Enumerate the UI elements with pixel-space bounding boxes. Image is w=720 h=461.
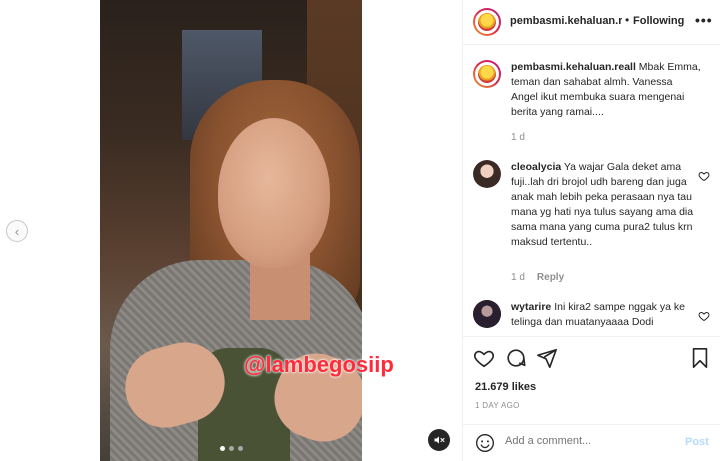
post-date[interactable]: 1 DAY AGO	[475, 401, 520, 410]
author-username[interactable]: pembasmi.kehaluan.re	[510, 15, 622, 27]
video-player[interactable]	[100, 0, 362, 461]
commenter-photo	[473, 300, 501, 328]
share-icon[interactable]	[536, 347, 558, 369]
caption: pembasmi.kehaluan.reall Mbak Emma, teman…	[473, 60, 718, 150]
bookmark-icon[interactable]	[689, 347, 711, 369]
post-comment-button[interactable]: Post	[685, 436, 709, 448]
video-person-face	[218, 118, 330, 268]
add-comment-bar: Post	[463, 424, 720, 461]
comment-meta: 1 d Reply	[511, 272, 564, 283]
comment-body: cleoalycia Ya wajar Gala deket ama fuji.…	[511, 160, 701, 250]
comments-list[interactable]: pembasmi.kehaluan.reall Mbak Emma, teman…	[463, 46, 720, 336]
emoji-icon[interactable]	[475, 433, 495, 453]
header-separator: •	[625, 13, 630, 27]
comment-body: wytarire Ini kira2 sampe nggak ya ke tel…	[511, 300, 701, 330]
comment-item: wytarire Ini kira2 sampe nggak ya ke tel…	[473, 300, 718, 336]
comment-username[interactable]: cleoalycia	[511, 161, 561, 173]
author-avatar[interactable]	[473, 8, 501, 36]
post-side-panel: pembasmi.kehaluan.re • Following ••• pem…	[462, 0, 720, 461]
following-button[interactable]: Following	[633, 15, 684, 27]
brand-logo-icon	[478, 65, 496, 83]
caption-body: pembasmi.kehaluan.reall Mbak Emma, teman…	[511, 60, 701, 120]
like-comment-heart-icon[interactable]	[698, 170, 710, 182]
commenter-avatar[interactable]	[473, 160, 501, 188]
post-header: pembasmi.kehaluan.re • Following •••	[463, 0, 720, 45]
comment-icon[interactable]	[505, 347, 527, 369]
add-comment-input[interactable]	[505, 435, 675, 447]
like-comment-heart-icon[interactable]	[698, 310, 710, 322]
more-options-icon[interactable]: •••	[695, 12, 713, 28]
likes-count[interactable]: 21.679 likes	[475, 381, 536, 393]
commenter-avatar[interactable]	[473, 300, 501, 328]
mute-button[interactable]	[428, 429, 450, 451]
comment-item: cleoalycia Ya wajar Gala deket ama fuji.…	[473, 160, 718, 290]
carousel-indicator	[220, 446, 243, 451]
comment-time[interactable]: 1 d	[511, 272, 525, 283]
post-actions: 21.679 likes 1 DAY AGO	[463, 336, 720, 426]
heart-icon[interactable]	[473, 347, 495, 369]
caption-time[interactable]: 1 d	[511, 132, 525, 143]
video-watermark: @lambegosiip	[244, 352, 394, 377]
caption-username[interactable]: pembasmi.kehaluan.reall	[511, 61, 636, 73]
chevron-left-icon: ‹	[14, 223, 20, 239]
carousel-dot	[220, 446, 225, 451]
caption-meta: 1 d	[511, 132, 525, 143]
comment-text: Ya wajar Gala deket ama fuji..lah dri br…	[511, 161, 694, 248]
reply-button[interactable]: Reply	[537, 272, 564, 283]
comment-username[interactable]: wytarire	[511, 301, 551, 313]
carousel-dot	[229, 446, 234, 451]
brand-logo-icon	[478, 13, 496, 31]
carousel-dot	[238, 446, 243, 451]
previous-post-button[interactable]: ‹	[6, 220, 28, 242]
speaker-muted-icon	[434, 436, 445, 444]
caption-author-avatar[interactable]	[473, 60, 501, 88]
commenter-photo	[473, 160, 501, 188]
